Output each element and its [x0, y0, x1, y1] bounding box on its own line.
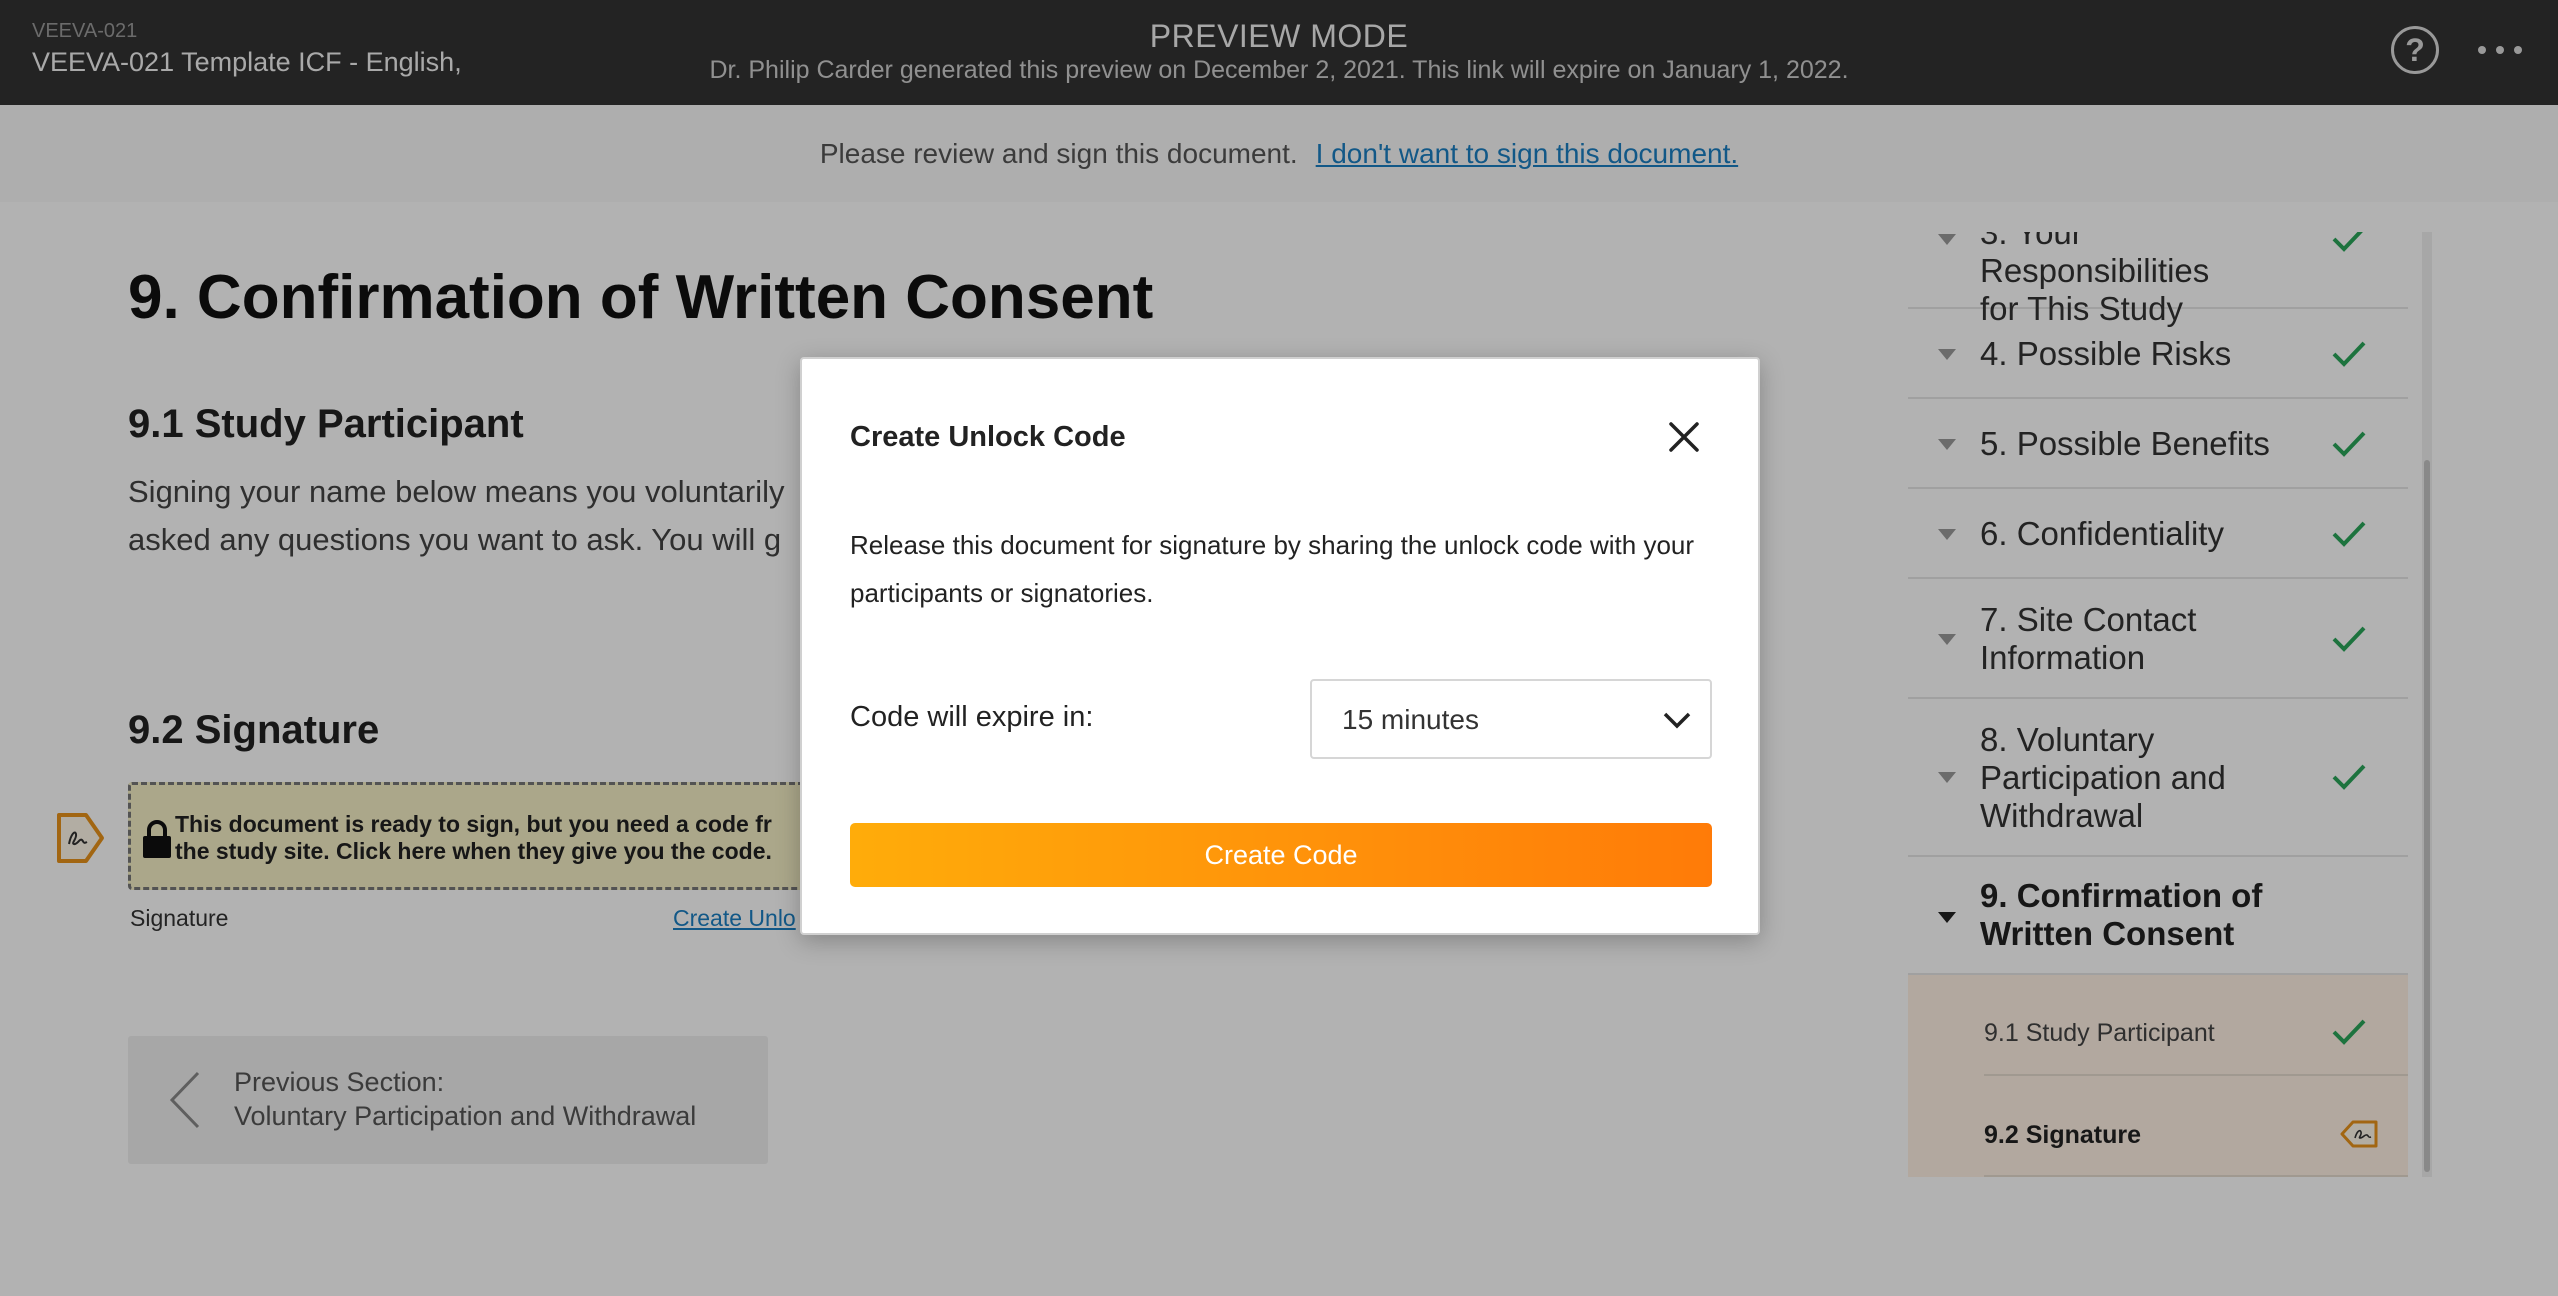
expire-label: Code will expire in:	[850, 701, 1094, 733]
expire-duration-select[interactable]: 15 minutes	[1310, 679, 1712, 759]
dialog-title: Create Unlock Code	[850, 421, 1126, 453]
dialog-description: Release this document for signature by s…	[850, 530, 1695, 608]
expire-duration-value: 15 minutes	[1342, 704, 1479, 735]
chevron-down-icon	[1663, 712, 1691, 729]
close-icon[interactable]	[1666, 419, 1702, 455]
create-unlock-code-dialog: Create Unlock Code Release this document…	[800, 357, 1760, 935]
create-code-button[interactable]: Create Code	[850, 823, 1712, 887]
